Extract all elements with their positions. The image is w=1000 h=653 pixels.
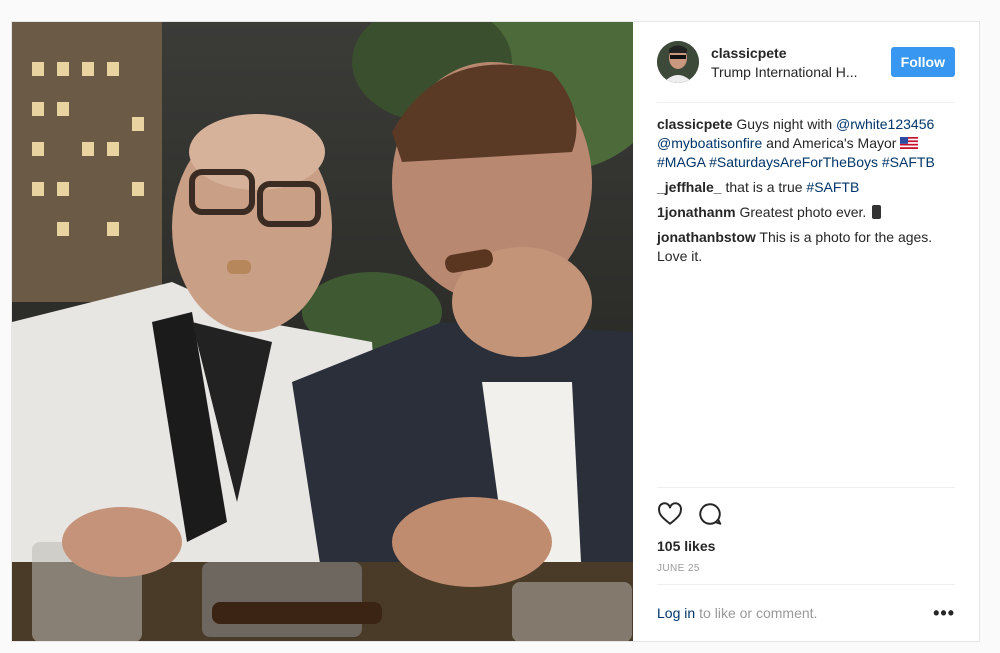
author-username[interactable]: classicpete [711, 45, 891, 61]
caption-hashtag-3[interactable]: #SAFTB [882, 154, 935, 170]
comment-username[interactable]: 1jonathanm [657, 204, 736, 220]
us-flag-icon [900, 137, 919, 149]
post-photo[interactable] [12, 22, 633, 641]
post-photo-image [12, 22, 633, 641]
instagram-post: classicpete Trump International H... Fol… [11, 21, 980, 642]
comment-item: 1jonathanm Greatest photo ever. [657, 203, 955, 222]
comment-button[interactable] [697, 501, 723, 527]
caption-mention-2[interactable]: @myboatisonfire [657, 135, 762, 151]
like-button[interactable] [657, 501, 683, 527]
author-info: classicpete Trump International H... [711, 45, 891, 80]
login-row: Log in to like or comment. ••• [657, 584, 955, 641]
caption-hashtag-1[interactable]: #MAGA [657, 154, 705, 170]
caption-username[interactable]: classicpete [657, 116, 733, 132]
post-location[interactable]: Trump International H... [711, 64, 871, 80]
comment-text: that is a true [725, 179, 803, 195]
caption-text-1: Guys night with [736, 116, 833, 132]
comment-hashtag[interactable]: #SAFTB [806, 179, 859, 195]
more-options-button[interactable]: ••• [933, 603, 955, 624]
caption: classicpete Guys night with @rwhite12345… [657, 115, 955, 172]
comment-text: Greatest photo ever. [739, 204, 867, 220]
follow-button[interactable]: Follow [890, 47, 955, 77]
post-sidebar: classicpete Trump International H... Fol… [633, 22, 979, 641]
login-link[interactable]: Log in [657, 605, 695, 621]
comment-item: _jeffhale_ that is a true #SAFTB [657, 178, 955, 197]
login-prompt-text: to like or comment. [699, 605, 818, 621]
caption-mention-1[interactable]: @rwhite123456 [836, 116, 934, 132]
comment-username[interactable]: jonathanbstow [657, 229, 756, 245]
avatar[interactable] [657, 41, 699, 83]
comment-username[interactable]: _jeffhale_ [657, 179, 722, 195]
likes-count[interactable]: 105 likes [657, 538, 955, 554]
post-header: classicpete Trump International H... Fol… [657, 22, 955, 103]
caption-text-2: and America's Mayor [766, 135, 897, 151]
mobile-phone-icon [872, 205, 882, 219]
avatar-image [657, 41, 699, 83]
action-bar [657, 487, 955, 530]
heart-icon [658, 502, 682, 525]
caption-hashtag-2[interactable]: #SaturdaysAreForTheBoys [709, 154, 878, 170]
post-footer: 105 likes JUNE 25 Log in to like or comm… [657, 487, 955, 641]
comment-item: jonathanbstow This is a photo for the ag… [657, 228, 955, 266]
comments-list: classicpete Guys night with @rwhite12345… [657, 103, 955, 266]
comment-icon [699, 503, 722, 525]
post-date[interactable]: JUNE 25 [657, 563, 955, 574]
